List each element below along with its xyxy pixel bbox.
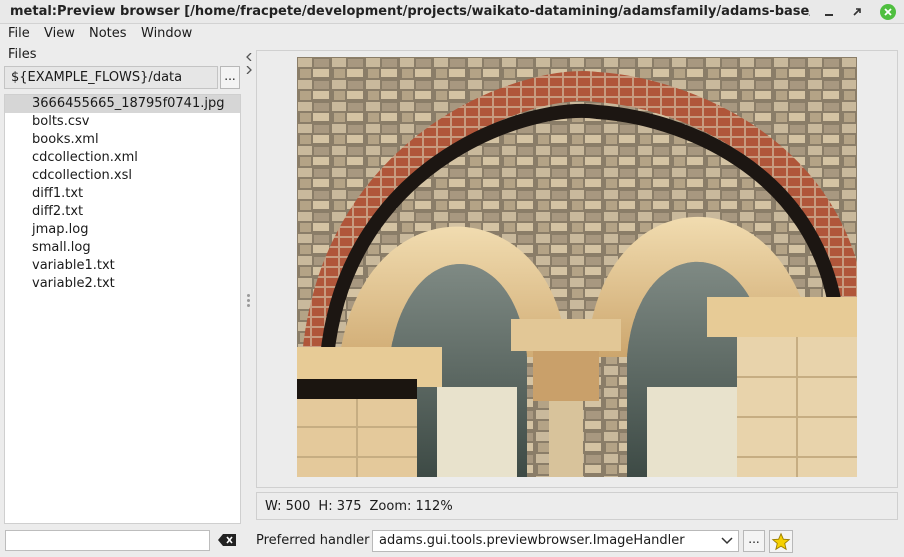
menu-notes[interactable]: Notes bbox=[89, 26, 127, 41]
menu-bar: File View Notes Window bbox=[0, 24, 904, 46]
menu-view[interactable]: View bbox=[44, 26, 75, 41]
browse-directory-button[interactable]: ... bbox=[220, 66, 240, 89]
image-status-bar: W: 500 H: 375 Zoom: 112% bbox=[256, 492, 898, 520]
preferred-handler-value: adams.gui.tools.previewbrowser.ImageHand… bbox=[379, 533, 685, 548]
split-pane-divider-grip[interactable] bbox=[247, 294, 250, 308]
files-label: Files bbox=[8, 47, 37, 62]
menu-window[interactable]: Window bbox=[141, 26, 192, 41]
preview-image bbox=[297, 57, 857, 477]
clear-filter-icon[interactable] bbox=[217, 533, 237, 547]
list-item[interactable]: variable1.txt bbox=[5, 257, 240, 275]
window-title: metal:Preview browser [/home/fracpete/de… bbox=[10, 4, 810, 19]
list-item[interactable]: variable2.txt bbox=[5, 275, 240, 293]
file-filter-input[interactable] bbox=[5, 530, 210, 551]
list-item[interactable]: cdcollection.xml bbox=[5, 149, 240, 167]
collapse-left-arrow-icon[interactable] bbox=[245, 53, 253, 61]
maximize-icon[interactable] bbox=[848, 3, 866, 21]
list-item[interactable]: bolts.csv bbox=[5, 113, 240, 131]
preferred-handler-label: Preferred handler bbox=[256, 533, 370, 548]
list-item[interactable]: books.xml bbox=[5, 131, 240, 149]
preferred-handler-select[interactable]: adams.gui.tools.previewbrowser.ImageHand… bbox=[372, 530, 739, 552]
menu-file[interactable]: File bbox=[8, 26, 30, 41]
list-item[interactable]: 3666455665_18795f0741.jpg bbox=[5, 95, 240, 113]
list-item[interactable]: diff2.txt bbox=[5, 203, 240, 221]
image-width-label: W: 500 bbox=[265, 499, 311, 514]
chevron-down-icon bbox=[721, 537, 733, 545]
file-list[interactable]: 3666455665_18795f0741.jpg bolts.csv book… bbox=[4, 94, 241, 524]
image-preview-panel[interactable] bbox=[256, 50, 898, 488]
minimize-icon[interactable] bbox=[820, 3, 838, 21]
list-item[interactable]: diff1.txt bbox=[5, 185, 240, 203]
star-icon[interactable] bbox=[769, 530, 793, 553]
title-bar: metal:Preview browser [/home/fracpete/de… bbox=[0, 0, 904, 24]
list-item[interactable]: jmap.log bbox=[5, 221, 240, 239]
close-icon[interactable] bbox=[879, 3, 897, 21]
handler-options-button[interactable]: ... bbox=[743, 530, 765, 552]
list-item[interactable]: cdcollection.xsl bbox=[5, 167, 240, 185]
list-item[interactable]: small.log bbox=[5, 239, 240, 257]
expand-right-arrow-icon[interactable] bbox=[245, 66, 253, 74]
directory-field[interactable]: ${EXAMPLE_FLOWS}/data bbox=[4, 66, 218, 89]
image-height-label: H: 375 bbox=[318, 499, 362, 514]
zoom-level-label: Zoom: 112% bbox=[369, 499, 453, 514]
